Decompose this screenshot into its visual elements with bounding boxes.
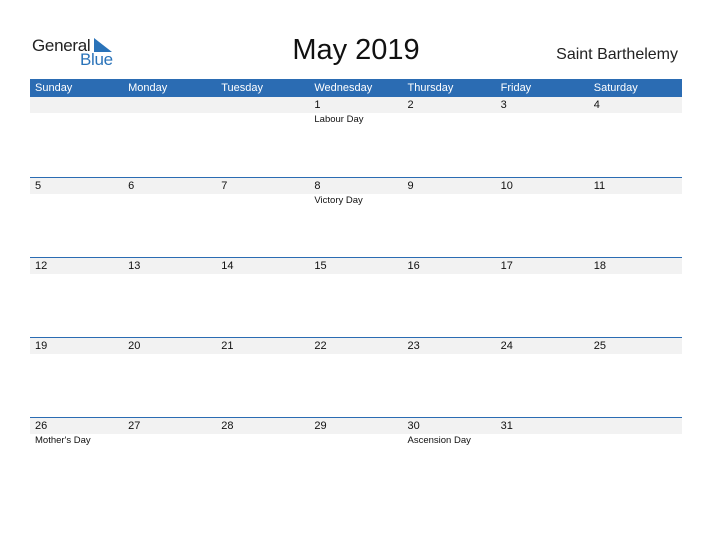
holiday-label (216, 434, 309, 448)
holiday-label (309, 434, 402, 448)
holiday-label (496, 434, 589, 448)
weekday-thursday: Thursday (407, 82, 454, 94)
holiday-label (496, 113, 589, 127)
day-number: 13 (128, 260, 141, 272)
event-row: Mother's Day Ascension Day (30, 434, 682, 448)
day-number: 7 (221, 180, 228, 192)
day-number: 19 (35, 340, 48, 352)
day-number: 12 (35, 260, 48, 272)
holiday-label (216, 113, 309, 127)
country-name: Saint Barthelemy (556, 46, 678, 63)
holiday-label (30, 113, 123, 127)
day-number (589, 418, 682, 434)
day-number: 25 (593, 340, 606, 352)
holiday-label (123, 434, 216, 448)
day-number: 26 (35, 420, 48, 432)
day-number: 16 (407, 260, 420, 272)
day-number: 22 (314, 340, 327, 352)
day-number: 20 (128, 340, 141, 352)
holiday-label (123, 113, 216, 127)
day-number: 1 (314, 99, 321, 111)
day-number: 14 (221, 260, 234, 272)
week-row: 26 27 28 29 30 31 Mother's Day Ascension Day (30, 417, 682, 497)
weekday-sunday: Sunday (35, 82, 73, 94)
day-number: 8 (314, 180, 321, 192)
day-number: 21 (221, 340, 234, 352)
day-number-row: 5 6 7 8 9 10 11 (30, 178, 682, 194)
day-number: 10 (500, 180, 513, 192)
day-number (123, 97, 216, 113)
day-number: 11 (593, 180, 606, 192)
weeks-container: 1 2 3 4 Labour Day 5 6 7 8 9 10 11 Victory Day 12 13 14… (30, 97, 682, 497)
day-number: 9 (407, 180, 414, 192)
day-number: 31 (500, 420, 513, 432)
holiday-label: Ascension Day (407, 435, 471, 446)
day-number: 2 (407, 99, 414, 111)
day-number: 6 (128, 180, 135, 192)
day-number: 5 (35, 180, 42, 192)
holiday-label (589, 434, 682, 448)
weekday-header-row: Sunday Monday Tuesday Wednesday Thursday… (30, 79, 682, 97)
day-number-row: 19 20 21 22 23 24 25 (30, 338, 682, 354)
holiday-label: Labour Day (314, 114, 364, 125)
holiday-label: Victory Day (314, 195, 363, 206)
week-row: 12 13 14 15 16 17 18 (30, 257, 682, 337)
day-number: 23 (407, 340, 420, 352)
weekday-friday: Friday (500, 82, 532, 94)
day-number: 30 (407, 420, 420, 432)
day-number: 27 (128, 420, 141, 432)
week-row: 1 2 3 4 Labour Day (30, 97, 682, 177)
holiday-label (216, 194, 309, 208)
day-number: 3 (500, 99, 507, 111)
calendar-grid: Sunday Monday Tuesday Wednesday Thursday… (30, 79, 682, 497)
holiday-label (589, 113, 682, 127)
event-row: Victory Day (30, 194, 682, 208)
holiday-label (123, 194, 216, 208)
holiday-label (403, 113, 496, 127)
week-row: 19 20 21 22 23 24 25 (30, 337, 682, 417)
weekday-monday: Monday (128, 82, 168, 94)
day-number: 4 (593, 99, 600, 111)
day-number: 18 (593, 260, 606, 272)
holiday-label (30, 194, 123, 208)
day-number: 15 (314, 260, 327, 272)
day-number: 29 (314, 420, 327, 432)
holiday-label (589, 194, 682, 208)
day-number: 28 (221, 420, 234, 432)
day-number: 24 (500, 340, 513, 352)
week-row: 5 6 7 8 9 10 11 Victory Day (30, 177, 682, 257)
event-row: Labour Day (30, 113, 682, 127)
day-number-row: 1 2 3 4 (30, 97, 682, 113)
day-number (30, 97, 123, 113)
weekday-tuesday: Tuesday (221, 82, 264, 94)
holiday-label (496, 194, 589, 208)
day-number: 17 (500, 260, 513, 272)
day-number-row: 12 13 14 15 16 17 18 (30, 258, 682, 274)
holiday-label: Mother's Day (35, 435, 91, 446)
weekday-saturday: Saturday (593, 82, 638, 94)
holiday-label (403, 194, 496, 208)
weekday-wednesday: Wednesday (314, 82, 373, 94)
day-number (216, 97, 309, 113)
day-number-row: 26 27 28 29 30 31 (30, 418, 682, 434)
